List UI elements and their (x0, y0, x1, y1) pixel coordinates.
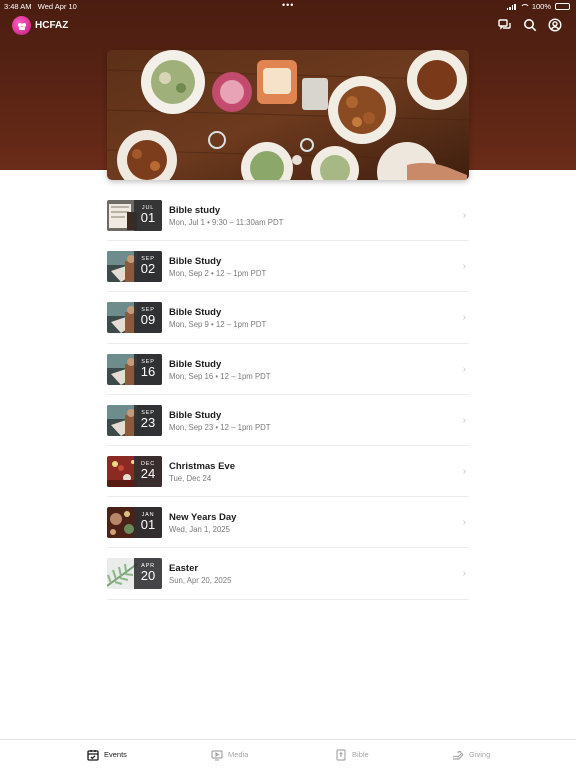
event-thumbnail: JAN 01 (107, 507, 162, 539)
event-datetime: Mon, Sep 2 • 12 – 1pm PDT (169, 269, 267, 279)
tab-bible[interactable]: Bible (335, 740, 369, 768)
event-title: Bible Study (169, 358, 222, 370)
event-datetime: Mon, Sep 23 • 12 – 1pm PDT (169, 422, 271, 432)
event-title: New Years Day (169, 512, 237, 524)
event-row[interactable]: SEP 02 Bible Study Mon, Sep 2 • 12 – 1pm PD… (107, 241, 469, 293)
event-row[interactable]: SEP 16 Bible Study Mon, Sep 16 • 12 – 1pm P… (107, 344, 469, 395)
date-day: 16 (140, 363, 156, 379)
chevron-right-icon: › (462, 363, 466, 375)
tab-events[interactable]: Events (87, 740, 127, 768)
tab-bar: Events Media Bible Giving (0, 739, 576, 768)
date-day: 09 (140, 312, 156, 328)
battery-percent: 100% (531, 2, 551, 11)
event-datetime: Mon, Sep 16 • 12 – 1pm PDT (169, 371, 271, 381)
event-title: Bible Study (169, 307, 222, 319)
chevron-right-icon: › (462, 465, 466, 477)
event-datetime: Tue, Dec 24 (169, 473, 212, 483)
event-row[interactable]: DEC 24 Christmas Eve Tue, Dec 24 › (107, 446, 469, 498)
event-thumbnail: DEC 24 (107, 455, 162, 487)
event-row[interactable]: SEP 23 Bible Study Mon, Sep 23 • 12 – 1pm P… (107, 395, 469, 446)
date-badge: SEP 16 (134, 353, 162, 385)
date-badge: DEC 24 (134, 455, 162, 487)
event-datetime: Wed, Jan 1, 2025 (169, 525, 230, 535)
app-logo-icon[interactable] (12, 16, 31, 35)
date-day: 20 (140, 568, 156, 584)
event-datetime: Mon, Sep 9 • 12 – 1pm PDT (169, 320, 267, 330)
tab-giving-label: Giving (469, 750, 491, 759)
event-datetime: Mon, Jul 1 • 9:30 – 11:30am PDT (169, 218, 284, 227)
account-icon[interactable] (548, 18, 562, 32)
date-day: 01 (140, 517, 156, 533)
tab-bible-label: Bible (352, 750, 369, 759)
date-badge: JAN 01 (134, 507, 162, 539)
date-badge: SEP 23 (134, 404, 162, 436)
giving-icon (452, 750, 464, 760)
chat-icon[interactable] (498, 18, 512, 32)
status-time: 3:48 AM Wed Apr 10 (4, 2, 77, 11)
date-badge: APR 20 (134, 558, 162, 590)
status-indicators: 100% (506, 2, 570, 11)
date-badge: JUL 01 (134, 200, 162, 231)
header-actions (498, 18, 562, 32)
event-thumbnail: APR 20 (107, 558, 162, 590)
app-name[interactable]: HCFAZ (35, 20, 68, 31)
wifi-icon (519, 3, 530, 10)
event-title: Easter (169, 563, 199, 575)
date-badge: SEP 09 (134, 302, 162, 334)
event-list: JUL 01 Bible study Mon, Jul 1 • 9:30 – 11:3… (107, 190, 469, 600)
hero-image[interactable] (107, 50, 469, 180)
bible-icon (336, 748, 346, 761)
cellular-signal-icon (506, 3, 516, 10)
top-bar: HCFAZ (0, 14, 576, 38)
multitasking-dots[interactable]: ••• (282, 0, 294, 10)
tab-events-label: Events (104, 750, 127, 759)
chevron-right-icon: › (462, 210, 466, 221)
event-thumbnail: SEP 23 (107, 404, 162, 436)
event-datetime: Sun, Apr 20, 2025 (169, 576, 232, 586)
tab-media[interactable]: Media (211, 740, 248, 768)
event-thumbnail: SEP 09 (107, 302, 162, 334)
chevron-right-icon: › (462, 261, 466, 273)
status-bar: 3:48 AM Wed Apr 10 ••• 100% (0, 0, 576, 12)
tab-giving[interactable]: Giving (452, 740, 490, 768)
event-title: Bible study (169, 205, 221, 216)
event-thumbnail: SEP 16 (107, 353, 162, 385)
chevron-right-icon: › (462, 517, 466, 529)
chevron-right-icon: › (462, 414, 466, 426)
event-thumbnail: SEP 02 (107, 251, 162, 283)
event-row[interactable]: JAN 01 New Years Day Wed, Jan 1, 2025 › (107, 497, 469, 549)
event-title: Bible Study (169, 256, 222, 268)
battery-icon (555, 3, 570, 10)
event-title: Bible Study (169, 409, 222, 421)
search-icon[interactable] (523, 18, 537, 32)
date-day: 02 (140, 261, 156, 277)
event-thumbnail: JUL 01 (107, 200, 162, 231)
date-badge: SEP 02 (134, 251, 162, 283)
chevron-right-icon: › (462, 312, 466, 324)
tab-media-label: Media (228, 750, 249, 759)
calendar-icon (87, 749, 99, 761)
media-icon (211, 749, 223, 761)
food-table-photo (107, 50, 469, 180)
event-title: Christmas Eve (169, 460, 236, 472)
date-day: 01 (140, 210, 156, 225)
date-day: 23 (140, 414, 156, 430)
event-row[interactable]: SEP 09 Bible Study Mon, Sep 9 • 12 – 1pm PD… (107, 292, 469, 344)
date-day: 24 (140, 465, 156, 481)
chevron-right-icon: › (462, 568, 466, 580)
event-row[interactable]: JUL 01 Bible study Mon, Jul 1 • 9:30 – 11:3… (107, 190, 469, 242)
event-row[interactable]: APR 20 Easter Sun, Apr 20, 2025 › (107, 548, 469, 600)
